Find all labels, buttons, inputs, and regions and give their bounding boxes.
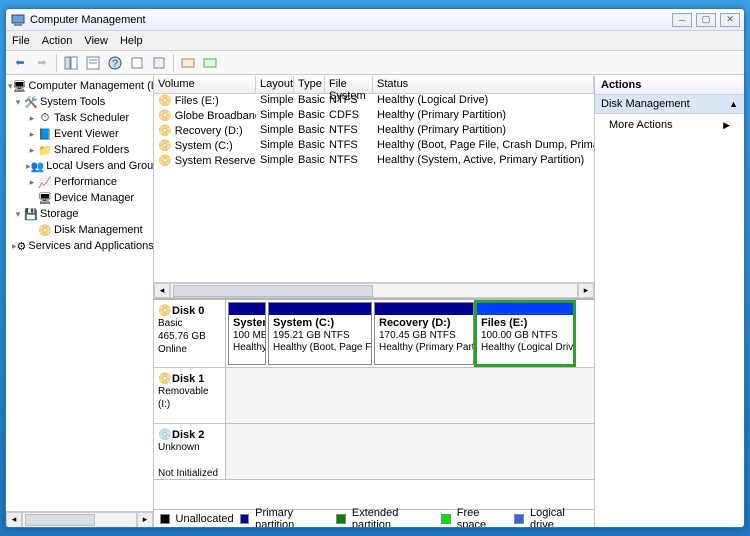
col-type[interactable]: Type (294, 76, 325, 93)
legend-swatch-extended (336, 514, 346, 524)
minimize-button[interactable]: ─ (672, 13, 692, 27)
col-status[interactable]: Status (373, 76, 594, 93)
disk-block[interactable]: 📀Disk 0Basic465.76 GBOnlineSystem100 MEH… (154, 300, 594, 368)
actions-context[interactable]: Disk Management ▲ (595, 95, 744, 114)
volume-row[interactable]: 📀 Globe Broadband (H:)SimpleBasicCDFSHea… (154, 109, 594, 124)
app-window: Computer Management ─ ▢ ✕ File Action Vi… (5, 8, 745, 528)
menu-action[interactable]: Action (42, 35, 73, 47)
show-hide-tree-button[interactable] (61, 53, 81, 73)
legend-swatch-free (441, 514, 451, 524)
col-filesystem[interactable]: File System (325, 76, 373, 93)
scroll-thumb[interactable] (25, 514, 95, 526)
disk-icon: 📀 (158, 372, 172, 385)
tree-root[interactable]: ▾🖥Computer Management (Local) (8, 78, 151, 94)
toolbar-button-6[interactable] (149, 53, 169, 73)
scroll-left-icon[interactable]: ◂ (154, 283, 170, 298)
window-title: Computer Management (30, 14, 672, 26)
col-volume[interactable]: Volume (154, 76, 256, 93)
tree-item[interactable]: ▸⏱Task Scheduler (8, 110, 151, 126)
partition[interactable]: System100 MEHealthy (228, 302, 266, 365)
app-icon (10, 12, 26, 28)
disk-block[interactable]: 📀Disk 1Removable (I:) No Media (154, 368, 594, 424)
actions-pane: Actions Disk Management ▲ More Actions ▶ (594, 76, 744, 527)
partition-row (226, 368, 594, 423)
properties-button[interactable] (83, 53, 103, 73)
chevron-right-icon: ▶ (723, 120, 730, 131)
legend-free: Free space (457, 507, 509, 528)
menu-help[interactable]: Help (120, 35, 143, 47)
legend: Unallocated Primary partition Extended p… (154, 509, 594, 527)
volume-icon: 📀 (158, 110, 172, 122)
legend-unallocated: Unallocated (176, 513, 234, 525)
volume-list-header[interactable]: Volume Layout Type File System Status (154, 76, 594, 94)
title-bar[interactable]: Computer Management ─ ▢ ✕ (6, 9, 744, 31)
toolbar: ⬅ ➡ ? (6, 51, 744, 75)
tree-item[interactable]: ▾💾Storage (8, 206, 151, 222)
back-button[interactable]: ⬅ (10, 53, 30, 73)
nav-horizontal-scrollbar[interactable]: ◂ ▸ (6, 511, 153, 527)
refresh-button[interactable] (127, 53, 147, 73)
console-tree[interactable]: ▾🖥Computer Management (Local) ▾🛠️System … (6, 76, 153, 511)
list-horizontal-scrollbar[interactable]: ◂ ▸ (154, 282, 594, 298)
col-layout[interactable]: Layout (256, 76, 294, 93)
partition[interactable]: Files (E:)100.00 GB NTFSHealthy (Logical… (476, 302, 574, 365)
volume-icon: 📀 (158, 95, 172, 107)
toolbar-button-7[interactable] (178, 53, 198, 73)
volume-row[interactable]: 📀 Recovery (D:)SimpleBasicNTFSHealthy (P… (154, 124, 594, 139)
help-button[interactable]: ? (105, 53, 125, 73)
volume-icon: 📀 (158, 155, 172, 167)
forward-button[interactable]: ➡ (32, 53, 52, 73)
scroll-thumb[interactable] (173, 285, 373, 297)
tree-item[interactable]: ▾🛠️System Tools (8, 94, 151, 110)
svg-text:?: ? (112, 58, 118, 70)
partition[interactable]: Recovery (D:)170.45 GB NTFSHealthy (Prim… (374, 302, 474, 365)
scroll-right-icon[interactable]: ▸ (137, 512, 153, 528)
partition-row (226, 424, 594, 479)
legend-extended: Extended partition (352, 507, 435, 528)
collapse-icon[interactable]: ▲ (729, 99, 738, 109)
volume-icon: 📀 (158, 125, 172, 137)
disk-info: 📀Disk 1Removable (I:) No Media (154, 368, 226, 423)
tree-item[interactable]: 🖥Device Manager (8, 190, 151, 206)
disk-info: 💿Disk 2Unknown Not Initialized (154, 424, 226, 479)
tree-item[interactable]: ▸📘Event Viewer (8, 126, 151, 142)
navigation-pane: ▾🖥Computer Management (Local) ▾🛠️System … (6, 76, 154, 527)
tree-item[interactable]: ▸📈Performance (8, 174, 151, 190)
legend-swatch-unallocated (160, 514, 170, 524)
volume-row[interactable]: 📀 System ReservedSimpleBasicNTFSHealthy … (154, 154, 594, 169)
scroll-left-icon[interactable]: ◂ (6, 512, 22, 528)
maximize-button[interactable]: ▢ (696, 13, 716, 27)
legend-swatch-primary (240, 514, 250, 524)
details-pane: Volume Layout Type File System Status 📀 … (154, 76, 594, 527)
legend-logical: Logical drive (530, 507, 588, 528)
close-button[interactable]: ✕ (720, 13, 740, 27)
volume-icon: 📀 (158, 140, 172, 152)
toolbar-button-8[interactable] (200, 53, 220, 73)
partition-row: System100 MEHealthySystem (C:)195.21 GB … (226, 300, 594, 367)
disk-icon: 💿 (158, 428, 172, 441)
actions-header: Actions (595, 76, 744, 95)
volume-row[interactable]: 📀 Files (E:)SimpleBasicNTFSHealthy (Logi… (154, 94, 594, 109)
scroll-right-icon[interactable]: ▸ (578, 283, 594, 298)
legend-primary: Primary partition (255, 507, 330, 528)
disk-info: 📀Disk 0Basic465.76 GBOnline (154, 300, 226, 367)
menu-view[interactable]: View (84, 35, 108, 47)
tree-item[interactable]: ▸📁Shared Folders (8, 142, 151, 158)
more-actions-item[interactable]: More Actions ▶ (595, 114, 744, 136)
menu-bar: File Action View Help (6, 31, 744, 51)
disk-graphical-view: 📀Disk 0Basic465.76 GBOnlineSystem100 MEH… (154, 298, 594, 527)
tree-item[interactable]: 📀Disk Management (8, 222, 151, 238)
tree-item[interactable]: ▸👥Local Users and Groups (8, 158, 151, 174)
menu-file[interactable]: File (12, 35, 30, 47)
disk-icon: 📀 (158, 304, 172, 317)
legend-swatch-logical (514, 514, 524, 524)
volume-list[interactable]: 📀 Files (E:)SimpleBasicNTFSHealthy (Logi… (154, 94, 594, 282)
partition[interactable]: System (C:)195.21 GB NTFSHealthy (Boot, … (268, 302, 372, 365)
volume-row[interactable]: 📀 System (C:)SimpleBasicNTFSHealthy (Boo… (154, 139, 594, 154)
disk-block[interactable]: 💿Disk 2Unknown Not Initialized (154, 424, 594, 480)
tree-item[interactable]: ▸⚙Services and Applications (8, 238, 151, 254)
